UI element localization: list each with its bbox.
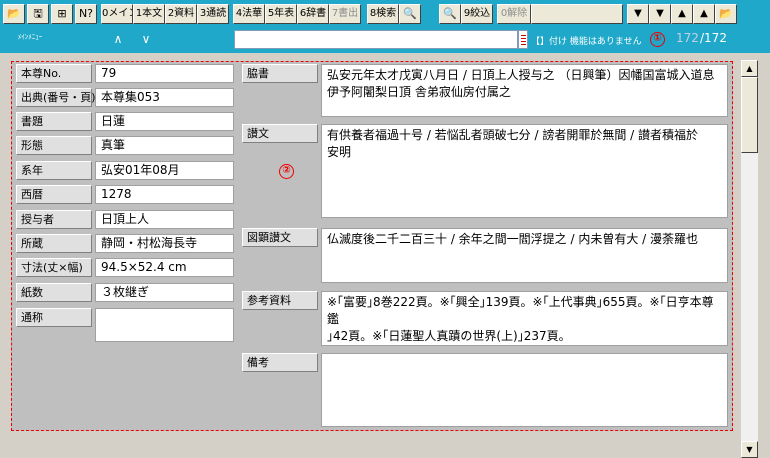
shiryo-button[interactable]: 2資料: [165, 4, 197, 24]
text-line: 伊予阿闍梨日頂 舎弟寂仙房付属之: [327, 85, 511, 99]
vertical-scrollbar[interactable]: ▲ ▼: [741, 60, 758, 458]
prev-arrow-icon[interactable]: ∧: [111, 31, 125, 47]
field-value-era-date[interactable]: 弘安01年08月: [95, 161, 234, 180]
filter-button[interactable]: 9絞込: [461, 4, 493, 24]
field-value-common-name[interactable]: [95, 308, 234, 342]
nenpyo-button[interactable]: 5年表: [265, 4, 297, 24]
field-value-size[interactable]: 94.5×52.4 cm: [95, 258, 234, 277]
help-icon[interactable]: N?: [75, 4, 97, 24]
field-value-recipient[interactable]: 日頂上人: [95, 210, 234, 229]
text-line: 安明: [327, 145, 352, 159]
jisho-button[interactable]: 6辞書: [297, 4, 329, 24]
field-label: 通称: [16, 308, 92, 327]
prev-record-icon[interactable]: ▲: [671, 4, 693, 24]
text-notes[interactable]: [321, 353, 728, 427]
next-arrow-icon[interactable]: ∨: [139, 31, 153, 47]
search-button[interactable]: 8検索: [367, 4, 399, 24]
text-zuken-sanmon[interactable]: 仏滅度後二千二百三十 / 余年之間一閻浮提之 / 内未曽有大 / 漫荼羅也: [321, 228, 728, 283]
tsudoku-button[interactable]: 3通読: [197, 4, 229, 24]
text-sanmon[interactable]: 有供養者福過十号 / 若悩乱者頭破七分 / 謗者開罪於無間 / 讃者積福於 安明: [321, 124, 728, 218]
text-line: ｣42頁。※｢日蓮聖人真蹟の世界(上)｣237頁。: [327, 329, 571, 343]
dropdown-icon[interactable]: [518, 30, 528, 49]
field-value-title[interactable]: 日蓮: [95, 112, 234, 131]
next-record-icon[interactable]: ▼: [649, 4, 671, 24]
record-card: 本尊No. 79 出典(番号・頁) 本尊集053 書題 日蓮 形態 真筆 系年 …: [11, 61, 733, 431]
text-line: 有供養者福過十号 / 若悩乱者頭破七分 / 謗者開罪於無間 / 讃者積福於: [327, 128, 699, 142]
first-record-icon[interactable]: ▲: [693, 4, 715, 24]
field-value-form[interactable]: 真筆: [95, 136, 234, 155]
text-label: 備考: [242, 353, 318, 372]
field-label: 寸法(丈×幅): [16, 258, 92, 277]
filter-zoom-icon[interactable]: 🔍: [439, 4, 461, 24]
field-value-location[interactable]: 静岡・村松海長寺: [95, 234, 234, 253]
record-current: 172: [676, 31, 699, 45]
record-total: /172: [700, 31, 727, 45]
field-label: 形態: [16, 136, 92, 155]
text-label: 脇書: [242, 64, 318, 83]
text-label: 讃文: [242, 124, 318, 143]
field-value-year[interactable]: 1278: [95, 185, 234, 204]
field-label: 西暦: [16, 185, 92, 204]
honbun-button[interactable]: 1本文: [133, 4, 165, 24]
search-zoom-icon[interactable]: 🔍: [399, 4, 421, 24]
text-line: 仏滅度後二千二百三十 / 余年之間一閻浮提之 / 内未曽有大 / 漫荼羅也: [327, 232, 699, 246]
field-label: 書題: [16, 112, 92, 131]
scroll-up-icon[interactable]: ▲: [741, 60, 758, 77]
text-line: 弘安元年太才戊寅八月日 / 日頂上人授与之 （日興筆）因幡国富城入道息: [327, 68, 715, 82]
field-label: 所蔵: [16, 234, 92, 253]
search-input[interactable]: [234, 30, 518, 49]
field-label: 出典(番号・頁): [16, 88, 96, 107]
hokke-button[interactable]: 4法華: [233, 4, 265, 24]
main-menu-button[interactable]: ﾒｲﾝﾒﾆｭｰ: [6, 31, 54, 45]
export-folder-icon[interactable]: 📂: [715, 4, 737, 24]
scrollbar-thumb[interactable]: [741, 77, 758, 153]
field-label: 本尊No.: [16, 64, 92, 83]
field-value-honzon-no[interactable]: 79: [95, 64, 234, 83]
clear-filter-button[interactable]: 0解除: [497, 4, 531, 24]
navigation-bar: ﾒｲﾝﾒﾆｭｰ ∧ ∨ 【】付け 機能はありません ① 172 /172: [0, 27, 770, 53]
text-line: ※｢富要｣8巻222頁。※｢興全｣139頁。※｢上代事典｣655頁。※｢日亨本尊…: [327, 295, 714, 326]
field-label: 紙数: [16, 283, 92, 302]
field-value-source[interactable]: 本尊集053: [95, 88, 234, 107]
field-value-sheets[interactable]: ３枚継ぎ: [95, 283, 234, 302]
text-wakigaki[interactable]: 弘安元年太才戊寅八月日 / 日頂上人授与之 （日興筆）因幡国富城入道息 伊予阿闍…: [321, 64, 728, 117]
grid-icon[interactable]: ⊞: [51, 4, 73, 24]
last-record-icon[interactable]: ▼: [627, 4, 649, 24]
annotation-badge-1: ①: [650, 32, 665, 47]
scroll-down-icon[interactable]: ▼: [741, 441, 758, 458]
text-references[interactable]: ※｢富要｣8巻222頁。※｢興全｣139頁。※｢上代事典｣655頁。※｢日亨本尊…: [321, 291, 728, 346]
status-message: 【】付け 機能はありません: [531, 37, 642, 47]
toolbar-spacer: [531, 4, 623, 24]
text-label: 図顕讃文: [242, 228, 318, 247]
open-folder-icon[interactable]: 📂: [3, 4, 25, 24]
main-button[interactable]: 0メイン: [101, 4, 133, 24]
field-label: 授与者: [16, 210, 92, 229]
field-label: 系年: [16, 161, 92, 180]
text-label: 参考資料: [242, 291, 318, 310]
kakidashi-button[interactable]: 7書出: [329, 4, 361, 24]
record-content: 本尊No. 79 出典(番号・頁) 本尊集053 書題 日蓮 形態 真筆 系年 …: [0, 53, 770, 458]
save-icon[interactable]: 🖫: [27, 4, 49, 24]
toolbar: 📂 🖫 ⊞ N? 0メイン 1本文 2資料 3通読 4法華 5年表 6辞書 7書…: [0, 0, 770, 27]
annotation-badge-2: ②: [279, 164, 294, 179]
